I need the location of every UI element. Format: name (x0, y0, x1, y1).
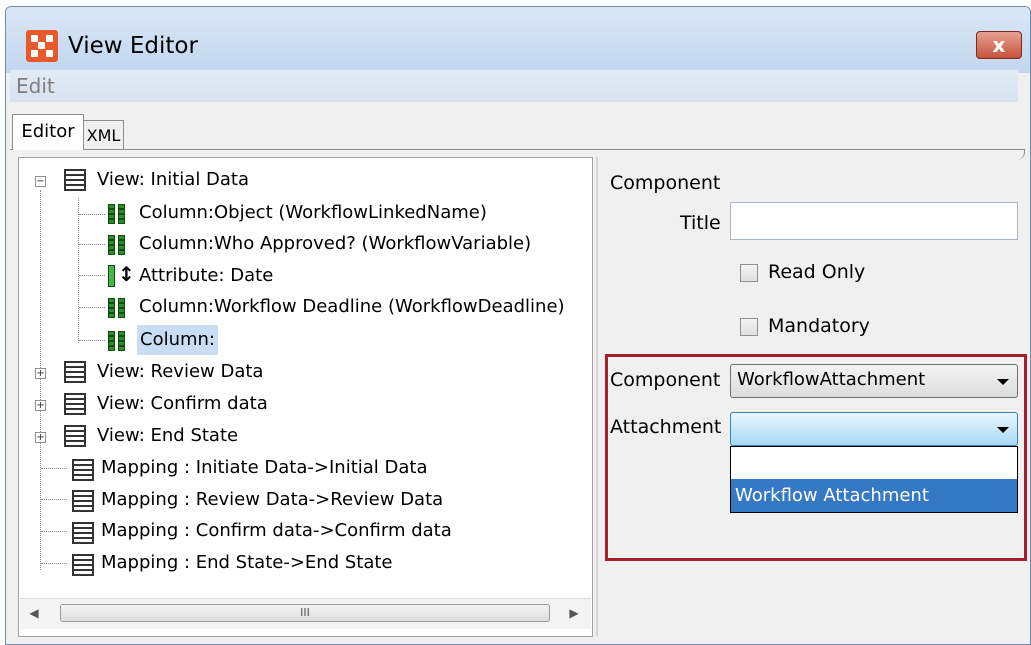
tree-line (41, 531, 67, 532)
view-icon (64, 169, 86, 191)
tree-line (79, 307, 105, 308)
title-input[interactable] (730, 202, 1018, 240)
tree-item-mapping-confirm[interactable]: Mapping : Confirm data->Confirm data (101, 516, 452, 546)
tree-line (41, 468, 67, 469)
tab-xml[interactable]: XML (84, 120, 124, 150)
title-bar: View Editor x (6, 7, 1030, 73)
component-section-label: Component (610, 172, 721, 194)
attachment-dropdown-list: Workflow Attachment (730, 446, 1018, 513)
component-select-value: WorkflowAttachment (737, 369, 926, 390)
mandatory-checkbox[interactable] (740, 318, 758, 336)
collapse-icon[interactable]: − (35, 176, 46, 187)
tree-line (79, 275, 105, 276)
dropdown-option-workflow-attachment[interactable]: Workflow Attachment (731, 479, 1017, 512)
tab-editor[interactable]: Editor (12, 114, 84, 150)
attachment-label: Attachment (610, 416, 722, 438)
component-label: Component (610, 369, 721, 391)
tree-item-column-workflow-deadline[interactable]: Column:Workflow Deadline (WorkflowDeadli… (139, 292, 565, 322)
tree-item-view-review-data[interactable]: View: Review Data (97, 357, 263, 387)
tree-item-column-selected[interactable]: Column: (137, 325, 218, 355)
menu-bar: Edit (10, 70, 1018, 102)
app-icon (26, 30, 58, 62)
tree-item-view-initial-data[interactable]: View: Initial Data (97, 165, 249, 195)
mapping-icon (72, 490, 94, 512)
view-icon (64, 393, 86, 415)
grip-icon: III (300, 606, 310, 619)
chevron-down-icon (997, 379, 1009, 385)
tree-item-mapping-review[interactable]: Mapping : Review Data->Review Data (101, 485, 443, 515)
mapping-icon (72, 459, 94, 481)
menu-edit[interactable]: Edit (16, 74, 55, 98)
tree-item-attribute-date[interactable]: Attribute: Date (139, 261, 273, 291)
close-icon: x (992, 33, 1006, 57)
expand-icon[interactable]: + (35, 400, 46, 411)
tree-line (79, 340, 105, 341)
horizontal-scrollbar[interactable]: ◀ III ▶ (20, 598, 591, 629)
attachment-select[interactable] (730, 412, 1018, 446)
column-icon (108, 204, 128, 224)
expand-icon[interactable]: + (35, 432, 46, 443)
tree-line (40, 190, 41, 570)
tree-line (79, 244, 105, 245)
title-label: Title (680, 212, 721, 234)
column-icon (108, 235, 128, 255)
mapping-icon (72, 554, 94, 576)
attribute-icon: ↕ (108, 263, 135, 287)
mapping-icon (72, 522, 94, 544)
chevron-down-icon (997, 427, 1009, 433)
dropdown-option-empty[interactable] (731, 447, 1017, 479)
read-only-label: Read Only (768, 261, 866, 283)
scroll-left-icon[interactable]: ◀ (24, 603, 44, 623)
column-icon (108, 298, 128, 318)
view-icon (64, 425, 86, 447)
mandatory-label: Mandatory (768, 315, 870, 337)
scroll-right-icon[interactable]: ▶ (564, 603, 584, 623)
tree-line (41, 563, 67, 564)
tree-line (78, 198, 79, 343)
tree-item-mapping-end[interactable]: Mapping : End State->End State (101, 548, 392, 578)
window-title: View Editor (68, 33, 198, 59)
view-icon (64, 361, 86, 383)
tree-item-column-object[interactable]: Column:Object (WorkflowLinkedName) (139, 198, 487, 228)
tree-line (41, 499, 67, 500)
tree-line (79, 214, 105, 215)
tree-item-view-confirm-data[interactable]: View: Confirm data (97, 389, 268, 419)
read-only-checkbox[interactable] (740, 264, 758, 282)
tree-item-mapping-initiate[interactable]: Mapping : Initiate Data->Initial Data (101, 453, 427, 483)
scrollbar-thumb[interactable]: III (60, 604, 550, 622)
close-button[interactable]: x (976, 31, 1022, 59)
component-select[interactable]: WorkflowAttachment (730, 364, 1018, 398)
column-icon (108, 331, 128, 351)
pane-splitter[interactable] (596, 157, 598, 637)
tree-item-column-who-approved[interactable]: Column:Who Approved? (WorkflowVariable) (139, 229, 531, 259)
tree-item-view-end-state[interactable]: View: End State (97, 421, 238, 451)
expand-icon[interactable]: + (35, 368, 46, 379)
